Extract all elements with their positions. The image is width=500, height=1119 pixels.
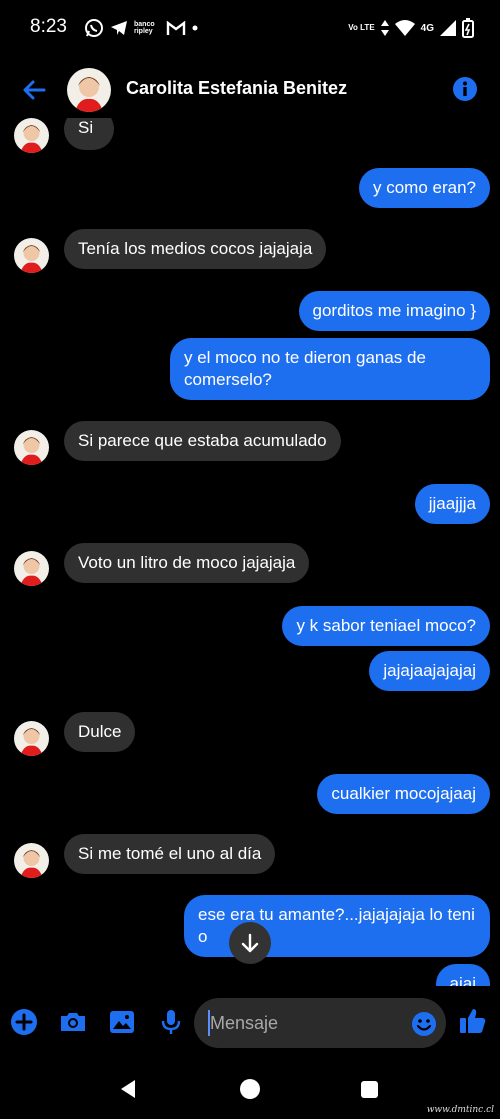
network-type: 4G <box>420 22 434 34</box>
notification-icons: banco ripley <box>84 17 198 39</box>
status-time: 8:23 <box>30 16 67 37</box>
message-outgoing[interactable]: ajaj <box>435 964 490 986</box>
chat-header: Carolita Estefania Benitez <box>0 56 500 122</box>
message-outgoing[interactable]: y el moco no te dieron ganas de comersel… <box>170 338 490 400</box>
message-incoming[interactable]: Si me tomé el uno al día <box>64 834 276 874</box>
message-incoming[interactable]: Voto un litro de moco jajajaja <box>64 543 310 583</box>
message-incoming[interactable]: Tenía los medios cocos jajajaja <box>64 229 327 269</box>
text-cursor <box>208 1010 210 1036</box>
sender-avatar <box>14 721 49 756</box>
scroll-to-bottom-button[interactable] <box>229 922 271 964</box>
message-incoming[interactable]: Si <box>64 118 114 150</box>
bank-icon: banco ripley <box>134 21 155 35</box>
watermark: www.dmtinc.cl <box>426 1105 494 1115</box>
plus-icon[interactable] <box>10 1008 38 1036</box>
message-outgoing[interactable]: gorditos me imagino } <box>298 291 490 331</box>
arrow-down-icon <box>241 933 259 953</box>
system-navigation-bar: www.dmtinc.cl <box>0 1060 500 1119</box>
camera-icon[interactable] <box>59 1008 87 1036</box>
message-outgoing[interactable]: y k sabor teniael moco? <box>282 606 490 646</box>
whatsapp-icon <box>85 19 103 37</box>
telegram-icon <box>111 21 127 35</box>
message-outgoing[interactable]: jjaajjja <box>414 484 490 524</box>
nav-recents-button[interactable] <box>361 1081 378 1098</box>
nav-back-icon[interactable] <box>117 1078 139 1100</box>
wifi-icon <box>394 20 415 36</box>
volte-icon: Vo LTE <box>348 23 375 32</box>
battery-icon <box>462 18 474 38</box>
message-list[interactable]: Si y como eran? Tenía los medios cocos j… <box>0 118 500 986</box>
sender-avatar <box>14 843 49 878</box>
sender-avatar <box>14 430 49 465</box>
contact-avatar[interactable] <box>67 68 111 112</box>
gallery-icon[interactable] <box>108 1008 136 1036</box>
more-notifications-dot <box>192 25 198 31</box>
message-composer <box>0 992 500 1054</box>
message-incoming[interactable]: Si parece que estaba acumulado <box>64 421 341 461</box>
sender-avatar <box>14 551 49 586</box>
gmail-icon <box>166 20 186 35</box>
contact-name[interactable]: Carolita Estefania Benitez <box>126 78 347 99</box>
message-outgoing[interactable]: cualkier mocojajaaj <box>317 774 490 814</box>
message-input[interactable] <box>194 998 446 1048</box>
thumbs-up-icon[interactable] <box>458 1006 488 1036</box>
message-outgoing[interactable]: jajajaajajajaj <box>369 651 490 691</box>
mic-icon[interactable] <box>157 1008 185 1036</box>
data-arrows-icon <box>380 20 389 36</box>
sender-avatar <box>14 118 49 153</box>
signal-icon <box>440 20 456 36</box>
arrow-left-icon[interactable] <box>18 74 50 106</box>
emoji-icon[interactable] <box>410 1010 438 1038</box>
sender-avatar <box>14 238 49 273</box>
message-incoming[interactable]: Dulce <box>64 712 136 752</box>
system-icons: Vo LTE 4G <box>348 16 474 40</box>
info-icon[interactable] <box>452 76 478 102</box>
status-bar: 8:23 banco ripley Vo LTE 4G <box>0 0 500 56</box>
message-outgoing[interactable]: y como eran? <box>359 168 490 208</box>
nav-home-button[interactable] <box>240 1079 260 1099</box>
